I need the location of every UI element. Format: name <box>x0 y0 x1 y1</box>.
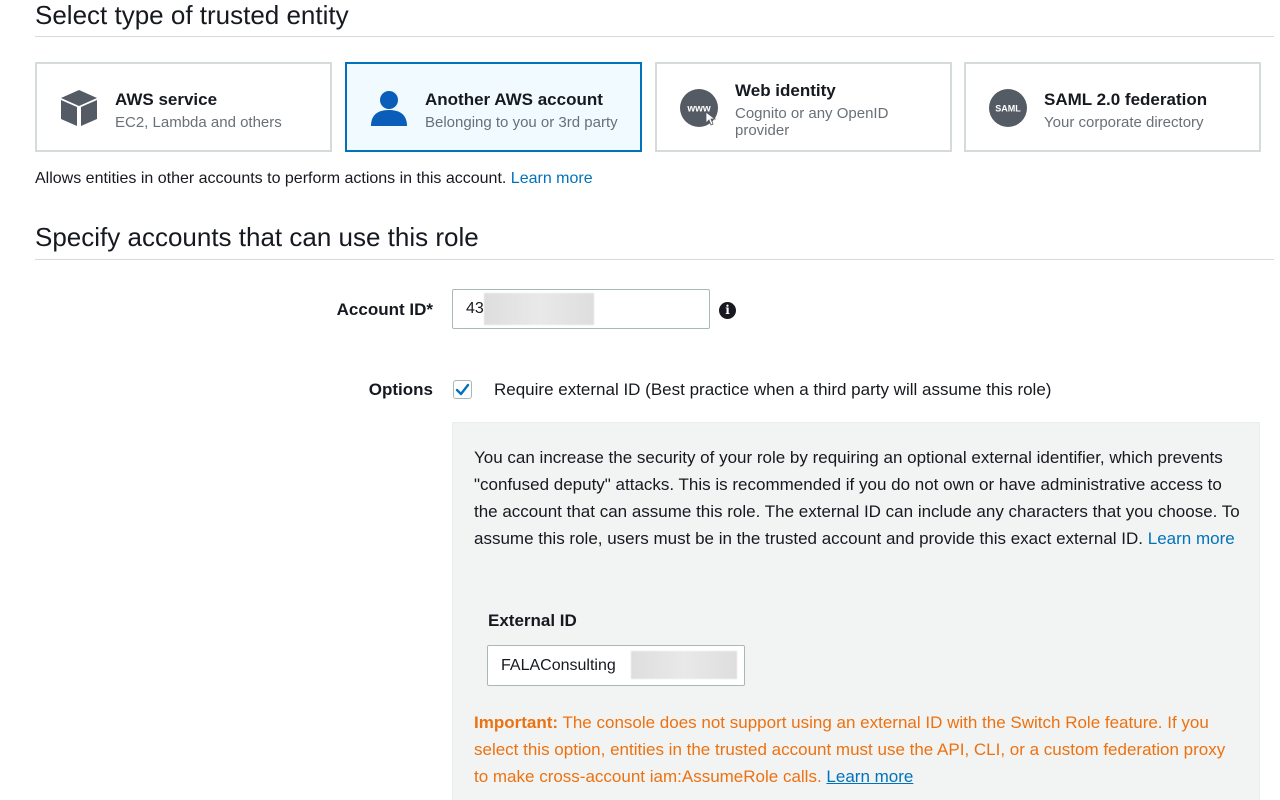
entity-card-web-identity[interactable]: www Web identity Cognito or any OpenID p… <box>655 62 952 152</box>
specify-accounts-heading: Specify accounts that can use this role <box>35 222 479 252</box>
trusted-entity-description: Allows entities in other accounts to per… <box>35 170 593 188</box>
user-icon <box>371 91 407 126</box>
external-id-description-text: You can increase the security of your ro… <box>474 448 1240 548</box>
external-id-label: External ID <box>488 611 577 630</box>
external-id-description: You can increase the security of your ro… <box>474 444 1244 552</box>
learn-more-link[interactable]: Learn more <box>511 170 593 187</box>
info-icon[interactable]: i <box>719 302 736 319</box>
entity-card-subtitle-line: provider <box>735 122 790 139</box>
entity-card-saml[interactable]: SAML SAML 2.0 federation Your corporate … <box>964 62 1261 152</box>
trusted-entity-heading: Select type of trusted entity <box>35 0 349 30</box>
options-label: Options <box>368 380 433 399</box>
description-text: Allows entities in other accounts to per… <box>35 170 507 187</box>
learn-more-link[interactable]: Learn more <box>826 767 913 786</box>
www-icon: www <box>680 89 718 127</box>
entity-card-subtitle: Belonging to you or 3rd party <box>425 114 618 131</box>
cube-icon <box>61 90 97 126</box>
entity-card-title: Another AWS account <box>425 90 603 109</box>
require-external-id-label[interactable]: Require external ID (Best practice when … <box>494 380 1051 400</box>
account-id-label: Account ID* <box>336 300 433 319</box>
checkmark-icon <box>455 383 470 396</box>
entity-card-subtitle: Cognito or any OpenID provider <box>735 105 888 139</box>
entity-card-title: AWS service <box>115 90 218 109</box>
saml-icon: SAML <box>989 89 1027 127</box>
external-id-redaction <box>631 651 737 679</box>
important-label: Important: <box>474 713 559 732</box>
entity-card-title: SAML 2.0 federation <box>1044 90 1208 109</box>
section-divider <box>35 36 1274 37</box>
account-id-redaction <box>484 293 594 325</box>
entity-card-subtitle: EC2, Lambda and others <box>115 114 282 131</box>
entity-card-subtitle-line: Cognito or any OpenID <box>735 105 889 122</box>
external-id-panel: You can increase the security of your ro… <box>452 422 1260 800</box>
entity-card-another-account[interactable]: Another AWS account Belonging to you or … <box>345 62 642 152</box>
entity-card-subtitle: Your corporate directory <box>1044 114 1204 131</box>
entity-card-title: Web identity <box>735 81 836 100</box>
important-warning: Important: The console does not support … <box>474 709 1244 790</box>
section-divider <box>35 259 1274 260</box>
svg-text:SAML: SAML <box>995 104 1021 114</box>
learn-more-link[interactable]: Learn more <box>1148 529 1235 548</box>
require-external-id-checkbox[interactable] <box>453 380 472 399</box>
entity-card-aws-service[interactable]: AWS service EC2, Lambda and others <box>35 62 332 152</box>
